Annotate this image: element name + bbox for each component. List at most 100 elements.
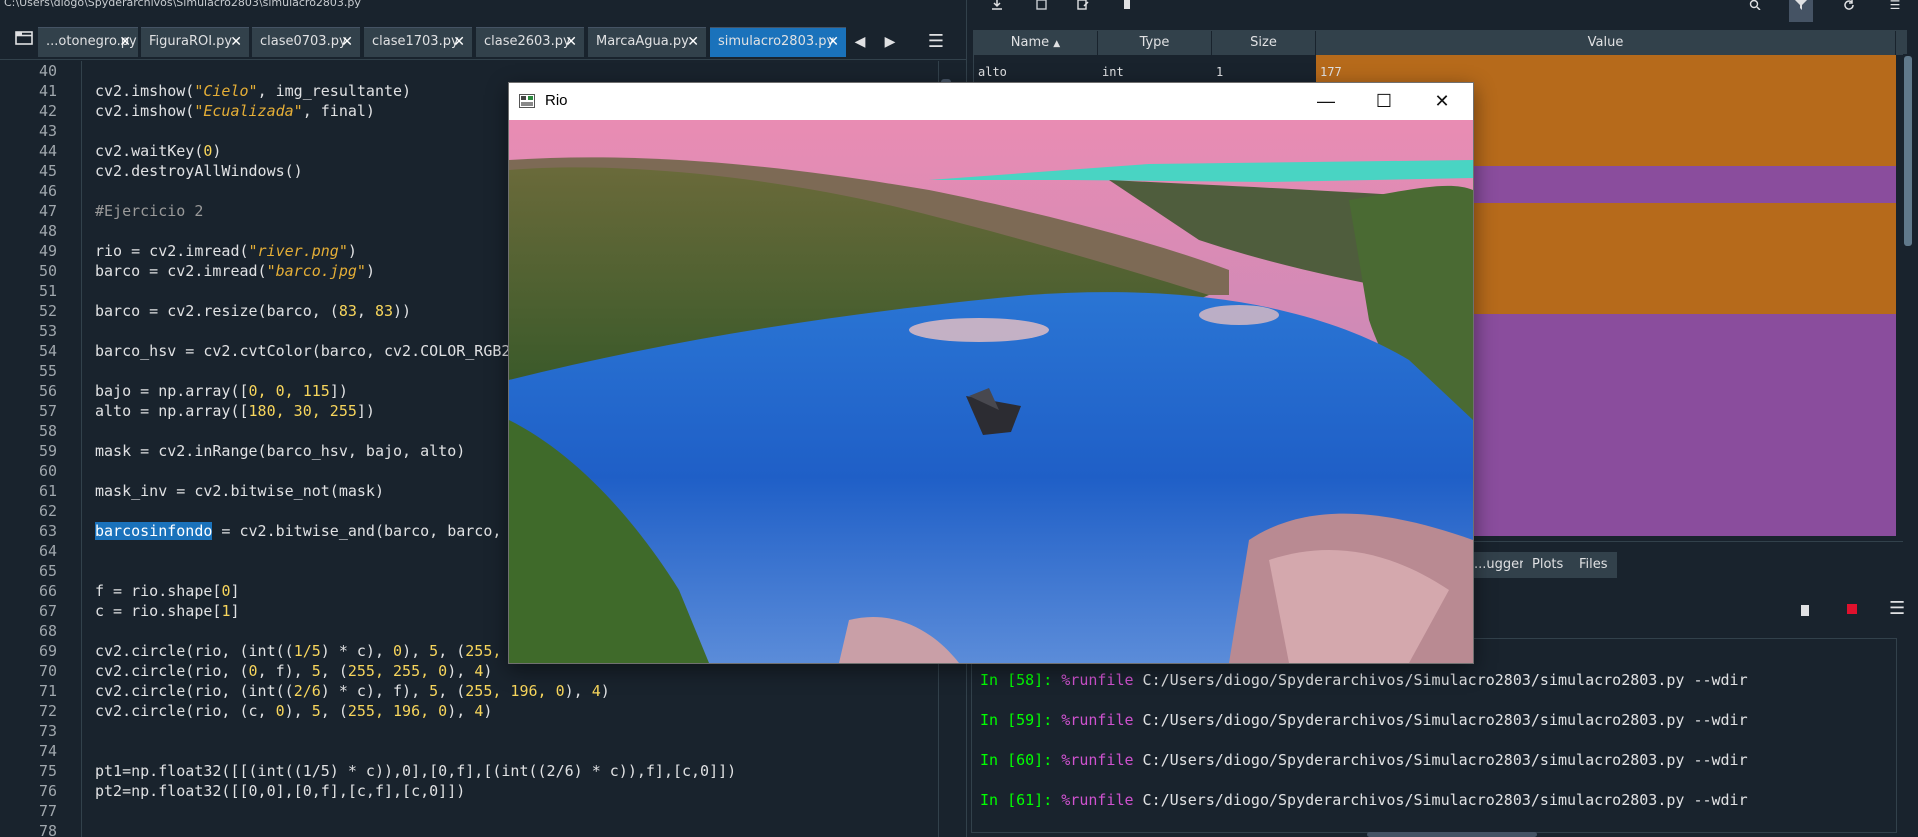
code-line-42[interactable]: cv2.imshow("Ecualizada", final) xyxy=(95,101,375,121)
line-number: 55 xyxy=(38,362,57,380)
tab-clase1703[interactable]: clase1703.py ✕ xyxy=(364,27,472,57)
line-number: 65 xyxy=(38,562,57,580)
code-line-61[interactable]: mask_inv = cv2.bitwise_not(mask) xyxy=(95,481,384,501)
close-icon[interactable]: ✕ xyxy=(687,28,699,56)
code-line-67[interactable]: c = rio.shape[1] xyxy=(95,601,240,621)
line-number: 54 xyxy=(38,342,57,360)
file-path-bar: C:\Users\diogo\Spyderarchivos\Simulacro2… xyxy=(0,0,966,12)
tab-clase0703[interactable]: clase0703.py ✕ xyxy=(252,27,360,57)
variable-explorer-toolbar: ☰ xyxy=(967,0,1918,24)
tab-label: MarcaAgua.py xyxy=(596,34,689,49)
console-line: In [59]: %runfile C:/Users/diogo/Spydera… xyxy=(980,711,1748,729)
opencv-image-window[interactable]: Rio — ☐ ✕ xyxy=(508,82,1474,664)
minimize-button[interactable]: — xyxy=(1297,83,1355,120)
save-data-icon[interactable] xyxy=(1029,0,1053,14)
stop-icon[interactable] xyxy=(1847,604,1857,614)
tab-marcaagua[interactable]: MarcaAgua.py ✕ xyxy=(588,27,706,57)
tab-simulacro2803[interactable]: simulacro2803.py ✕ xyxy=(710,27,846,57)
code-line-49[interactable]: rio = cv2.imread("river.png") xyxy=(95,241,357,261)
tab-label: simulacro2803.py xyxy=(718,34,835,49)
window-titlebar[interactable]: Rio — ☐ ✕ xyxy=(509,83,1473,120)
tab-files[interactable]: Files xyxy=(1570,552,1618,578)
close-icon[interactable]: ✕ xyxy=(453,28,465,56)
line-number: 71 xyxy=(38,682,57,700)
browse-tabs-button[interactable] xyxy=(12,30,36,52)
line-number: 68 xyxy=(38,622,57,640)
header-value[interactable]: Value xyxy=(1316,31,1896,55)
line-number: 78 xyxy=(38,822,57,837)
remove-all-icon[interactable] xyxy=(1115,0,1139,14)
code-line-76[interactable]: pt2=np.float32([[0,0],[0,f],[c,f],[c,0]]… xyxy=(95,781,465,801)
line-number: 60 xyxy=(38,462,57,480)
tab-figuraroi[interactable]: FiguraROI.py ✕ xyxy=(141,27,249,57)
console-scrollbar[interactable] xyxy=(1901,638,1913,833)
tab-plots[interactable]: Plots xyxy=(1523,552,1574,578)
code-line-56[interactable]: bajo = np.array([0, 0, 115]) xyxy=(95,381,348,401)
opencv-window-icon xyxy=(519,94,535,108)
console-horizontal-scrollbar[interactable] xyxy=(1367,832,1537,837)
maximize-button[interactable]: ☐ xyxy=(1355,83,1413,120)
line-number: 64 xyxy=(38,542,57,560)
tab-options-menu-icon[interactable]: ☰ xyxy=(924,32,948,52)
line-number: 75 xyxy=(38,762,57,780)
tab-otonegro[interactable]: ...otonegro.py ✕ xyxy=(38,27,138,57)
console-output[interactable]: In [58]: %runfile C:/Users/diogo/Spydera… xyxy=(971,638,1897,833)
line-number: 47 xyxy=(38,202,57,220)
close-window-button[interactable]: ✕ xyxy=(1413,83,1471,120)
line-number: 77 xyxy=(38,802,57,820)
line-number: 74 xyxy=(38,742,57,760)
variable-scroll-thumb[interactable] xyxy=(1904,56,1912,246)
header-type[interactable]: Type xyxy=(1098,31,1212,55)
code-line-75[interactable]: pt1=np.float32([[(int((1/5) * c)),0],[0,… xyxy=(95,761,736,781)
code-line-47[interactable]: #Ejercicio 2 xyxy=(95,201,203,221)
code-line-59[interactable]: mask = cv2.inRange(barco_hsv, bajo, alto… xyxy=(95,441,465,461)
selected-text: barcosinfondo xyxy=(95,522,213,540)
line-number: 63 xyxy=(38,522,57,540)
variable-scrollbar[interactable] xyxy=(1903,54,1913,542)
close-icon[interactable]: ✕ xyxy=(565,28,577,56)
code-line-70[interactable]: cv2.circle(rio, (0, f), 5, (255, 255, 0)… xyxy=(95,661,492,681)
close-icon[interactable]: ✕ xyxy=(341,28,353,56)
tab-clase2603[interactable]: clase2603.py ✕ xyxy=(476,27,584,57)
line-number: 46 xyxy=(38,182,57,200)
filter-icon[interactable] xyxy=(1789,0,1813,22)
close-icon[interactable]: ✕ xyxy=(230,28,242,56)
line-number: 58 xyxy=(38,422,57,440)
line-number: 42 xyxy=(38,102,57,120)
code-line-50[interactable]: barco = cv2.imread("barco.jpg") xyxy=(95,261,375,281)
refresh-icon[interactable] xyxy=(1837,0,1861,14)
options-menu-icon[interactable]: ☰ xyxy=(1883,0,1907,14)
river-image xyxy=(509,120,1473,663)
variable-table-header: Name ▲ Type Size Value xyxy=(974,31,1906,55)
code-line-45[interactable]: cv2.destroyAllWindows() xyxy=(95,161,303,181)
tab-label: clase0703.py xyxy=(260,34,347,49)
import-data-icon[interactable] xyxy=(985,0,1009,14)
code-line-63[interactable]: barcosinfondo = cv2.bitwise_and(barco, b… xyxy=(95,521,501,541)
save-as-icon[interactable] xyxy=(1071,0,1095,14)
tab-label: FiguraROI.py xyxy=(149,34,233,49)
console-line: In [58]: %runfile C:/Users/diogo/Spydera… xyxy=(980,671,1748,689)
console-menu-icon[interactable]: ☰ xyxy=(1889,598,1905,619)
line-number: 49 xyxy=(38,242,57,260)
code-line-54[interactable]: barco_hsv = cv2.cvtColor(barco, cv2.COLO… xyxy=(95,341,510,361)
code-line-72[interactable]: cv2.circle(rio, (c, 0), 5, (255, 196, 0)… xyxy=(95,701,492,721)
code-line-41[interactable]: cv2.imshow("Cielo", img_resultante) xyxy=(95,81,411,101)
tab-scroll-right-icon[interactable]: ▶ xyxy=(882,34,898,50)
line-number: 67 xyxy=(38,602,57,620)
close-icon[interactable]: ✕ xyxy=(119,28,131,56)
river-scene xyxy=(509,120,1473,663)
line-number: 73 xyxy=(38,722,57,740)
code-line-69[interactable]: cv2.circle(rio, (int((1/5) * c), 0), 5, … xyxy=(95,641,501,661)
code-line-66[interactable]: f = rio.shape[0] xyxy=(95,581,240,601)
header-size[interactable]: Size xyxy=(1212,31,1316,55)
code-line-44[interactable]: cv2.waitKey(0) xyxy=(95,141,221,161)
close-icon[interactable]: ✕ xyxy=(827,28,839,56)
code-line-57[interactable]: alto = np.array([180, 30, 255]) xyxy=(95,401,375,421)
line-number: 50 xyxy=(38,262,57,280)
tab-scroll-left-icon[interactable]: ◀ xyxy=(852,34,868,50)
clear-console-icon[interactable] xyxy=(1799,602,1811,621)
header-name[interactable]: Name ▲ xyxy=(974,31,1098,55)
code-line-52[interactable]: barco = cv2.resize(barco, (83, 83)) xyxy=(95,301,411,321)
code-line-71[interactable]: cv2.circle(rio, (int((2/6) * c), f), 5, … xyxy=(95,681,610,701)
search-icon[interactable] xyxy=(1743,0,1767,14)
